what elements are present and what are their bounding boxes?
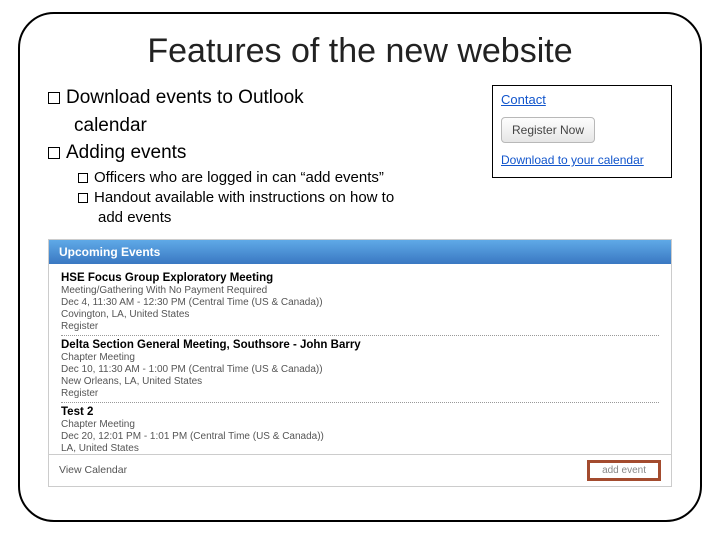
event-title[interactable]: Test 2 xyxy=(61,406,659,418)
divider xyxy=(61,335,659,336)
view-calendar-link[interactable]: View Calendar xyxy=(59,464,127,476)
panel-header: Upcoming Events xyxy=(49,240,671,264)
event-title[interactable]: HSE Focus Group Exploratory Meeting xyxy=(61,272,659,284)
contact-link[interactable]: Contact xyxy=(501,92,663,107)
contact-box: Contact Register Now Download to your ca… xyxy=(492,85,672,178)
bullet-2: Adding events xyxy=(48,140,478,166)
event-datetime: Dec 4, 11:30 AM - 12:30 PM (Central Time… xyxy=(61,297,659,308)
event-datetime: Dec 20, 12:01 PM - 1:01 PM (Central Time… xyxy=(61,431,659,442)
event-type: Meeting/Gathering With No Payment Requir… xyxy=(61,285,659,296)
sub-bullet-1-text: Officers who are logged in can “add even… xyxy=(94,169,384,186)
slide-title: Features of the new website xyxy=(48,32,672,71)
download-calendar-link[interactable]: Download to your calendar xyxy=(501,153,663,167)
slide-frame: Features of the new website Download eve… xyxy=(18,12,702,522)
event-type: Chapter Meeting xyxy=(61,352,659,363)
register-now-button[interactable]: Register Now xyxy=(501,117,595,143)
bullet-column: Download events to Outlook calendar Addi… xyxy=(48,85,478,229)
panel-footer: View Calendar add event xyxy=(49,454,671,486)
square-bullet-icon xyxy=(78,193,88,203)
event-item: Delta Section General Meeting, Southsore… xyxy=(61,339,659,399)
event-item: Test 2 Chapter Meeting Dec 20, 12:01 PM … xyxy=(61,406,659,454)
upcoming-events-panel: Upcoming Events HSE Focus Group Explorat… xyxy=(48,239,672,487)
event-location: New Orleans, LA, United States xyxy=(61,376,659,387)
event-type: Chapter Meeting xyxy=(61,419,659,430)
divider xyxy=(61,402,659,403)
bullet-1-text-a: Download events to Outlook xyxy=(66,87,304,108)
square-bullet-icon xyxy=(48,92,60,104)
square-bullet-icon xyxy=(78,173,88,183)
bullet-1: Download events to Outlook xyxy=(48,85,478,111)
sub-bullet-2-cont: add events xyxy=(98,208,478,228)
square-bullet-icon xyxy=(48,147,60,159)
panel-body: HSE Focus Group Exploratory Meeting Meet… xyxy=(49,264,671,454)
bullet-2-text: Adding events xyxy=(66,142,186,163)
event-item: HSE Focus Group Exploratory Meeting Meet… xyxy=(61,272,659,332)
event-datetime: Dec 10, 11:30 AM - 1:00 PM (Central Time… xyxy=(61,364,659,375)
event-location: Covington, LA, United States xyxy=(61,309,659,320)
content-row: Download events to Outlook calendar Addi… xyxy=(48,85,672,229)
sub-bullet-1: Officers who are logged in can “add even… xyxy=(78,168,478,188)
event-title[interactable]: Delta Section General Meeting, Southsore… xyxy=(61,339,659,351)
event-register-link[interactable]: Register xyxy=(61,388,659,399)
add-event-button[interactable]: add event xyxy=(587,460,661,481)
event-register-link[interactable]: Register xyxy=(61,321,659,332)
event-location: LA, United States xyxy=(61,443,659,454)
sub-bullet-2-text-a: Handout available with instructions on h… xyxy=(94,189,394,206)
bullet-1-cont: calendar xyxy=(74,113,478,139)
sub-bullet-2: Handout available with instructions on h… xyxy=(78,188,478,208)
